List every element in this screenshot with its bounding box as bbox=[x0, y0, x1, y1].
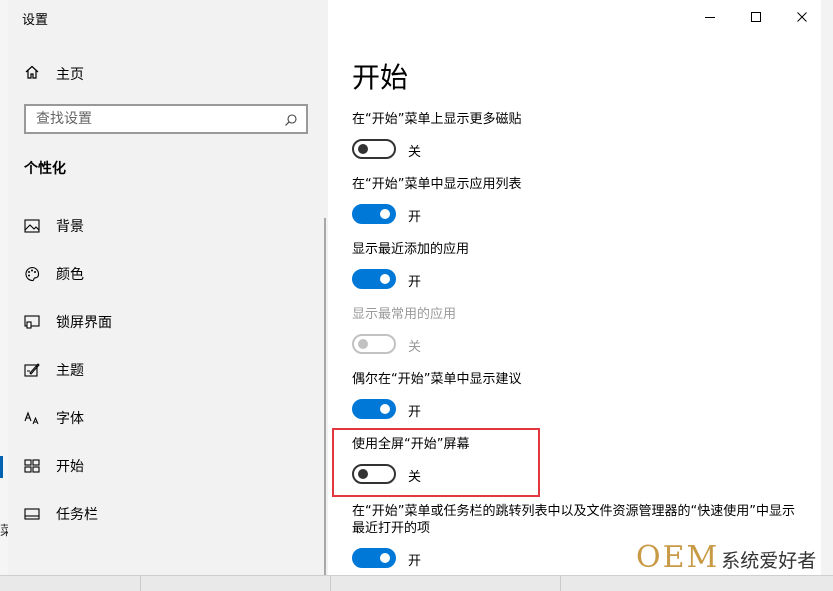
toggle-state: 开 bbox=[408, 275, 422, 290]
sidebar-item-start[interactable]: 开始 bbox=[24, 456, 84, 476]
desktop-text-fragment: 菜 bbox=[0, 524, 8, 539]
settings-window: 设置 主页 个性化 背景 颜色 bbox=[8, 0, 821, 575]
toggle-suggestions[interactable] bbox=[352, 399, 396, 419]
setting-label-app-list: 在“开始”菜单中显示应用列表 bbox=[352, 177, 522, 192]
toggle-full-screen[interactable] bbox=[352, 464, 396, 484]
maximize-button[interactable] bbox=[746, 8, 766, 26]
taskbar-icon bbox=[24, 506, 40, 522]
start-icon bbox=[24, 458, 40, 474]
toggle-recent-items[interactable] bbox=[352, 548, 396, 568]
home-icon bbox=[24, 64, 40, 84]
search-icon[interactable] bbox=[284, 112, 298, 131]
desktop-accent-bar bbox=[0, 456, 3, 478]
setting-label-recently-added: 显示最近添加的应用 bbox=[352, 242, 470, 257]
app-title: 设置 bbox=[22, 13, 49, 28]
palette-icon bbox=[24, 266, 40, 282]
toggle-most-used[interactable] bbox=[352, 334, 396, 354]
section-header: 个性化 bbox=[24, 161, 66, 177]
toggle-state: 关 bbox=[408, 340, 422, 355]
setting-label-full-screen: 使用全屏“开始”屏幕 bbox=[352, 437, 470, 452]
sidebar-item-label: 字体 bbox=[56, 411, 84, 427]
theme-icon bbox=[24, 362, 40, 378]
search-box bbox=[24, 104, 308, 134]
sidebar-item-home-label: 主页 bbox=[56, 67, 84, 83]
sidebar-item-lock-screen[interactable]: 锁屏界面 bbox=[24, 312, 112, 332]
sidebar-item-themes[interactable]: 主题 bbox=[24, 360, 84, 380]
desktop-background-right bbox=[820, 0, 833, 590]
setting-label-more-tiles: 在“开始”菜单上显示更多磁贴 bbox=[352, 112, 522, 127]
watermark-text: 系统爱好者 bbox=[721, 550, 817, 572]
minimize-button[interactable] bbox=[700, 8, 720, 26]
toggle-recently-added[interactable] bbox=[352, 269, 396, 289]
sidebar-item-label: 开始 bbox=[56, 459, 84, 475]
font-icon bbox=[24, 410, 40, 426]
close-icon bbox=[796, 8, 808, 27]
minimize-icon bbox=[704, 8, 716, 27]
sidebar-item-label: 锁屏界面 bbox=[56, 315, 112, 331]
setting-label-most-used: 显示最常用的应用 bbox=[352, 307, 457, 322]
sidebar-scrollbar[interactable] bbox=[324, 218, 326, 575]
toggle-state: 开 bbox=[408, 210, 422, 225]
page-title: 开始 bbox=[352, 61, 409, 94]
sidebar-item-home[interactable]: 主页 bbox=[24, 64, 84, 84]
maximize-icon bbox=[750, 8, 762, 27]
toggle-state: 关 bbox=[408, 145, 422, 160]
watermark: OEM 系统爱好者 bbox=[636, 540, 816, 575]
sidebar-item-label: 任务栏 bbox=[56, 507, 98, 523]
toggle-state: 开 bbox=[408, 405, 422, 420]
toggle-state: 开 bbox=[408, 554, 422, 569]
desktop-background-bottom bbox=[0, 575, 833, 591]
toggle-state: 关 bbox=[408, 470, 422, 485]
search-input[interactable] bbox=[26, 106, 286, 132]
close-button[interactable] bbox=[792, 8, 812, 26]
main-content: 开始 在“开始”菜单上显示更多磁贴 关 在“开始”菜单中显示应用列表 开 显示最… bbox=[328, 0, 821, 575]
sidebar-item-label: 颜色 bbox=[56, 267, 84, 283]
toggle-more-tiles[interactable] bbox=[352, 139, 396, 159]
image-icon bbox=[24, 218, 40, 234]
sidebar-item-taskbar[interactable]: 任务栏 bbox=[24, 504, 98, 524]
watermark-brand: OEM bbox=[636, 540, 720, 575]
sidebar-item-label: 背景 bbox=[56, 219, 84, 235]
sidebar-item-label: 主题 bbox=[56, 363, 84, 379]
lock-screen-icon bbox=[24, 314, 40, 330]
sidebar-item-colors[interactable]: 颜色 bbox=[24, 264, 84, 284]
setting-label-suggestions: 偶尔在“开始”菜单中显示建议 bbox=[352, 372, 522, 387]
toggle-app-list[interactable] bbox=[352, 204, 396, 224]
sidebar-item-background[interactable]: 背景 bbox=[24, 216, 84, 236]
sidebar: 设置 主页 个性化 背景 颜色 bbox=[8, 0, 328, 575]
sidebar-item-fonts[interactable]: 字体 bbox=[24, 408, 84, 428]
setting-label-recent-items: 在“开始”菜单或任务栏的跳转列表中以及文件资源管理器的“快速使用”中显示最近打开… bbox=[352, 504, 795, 536]
